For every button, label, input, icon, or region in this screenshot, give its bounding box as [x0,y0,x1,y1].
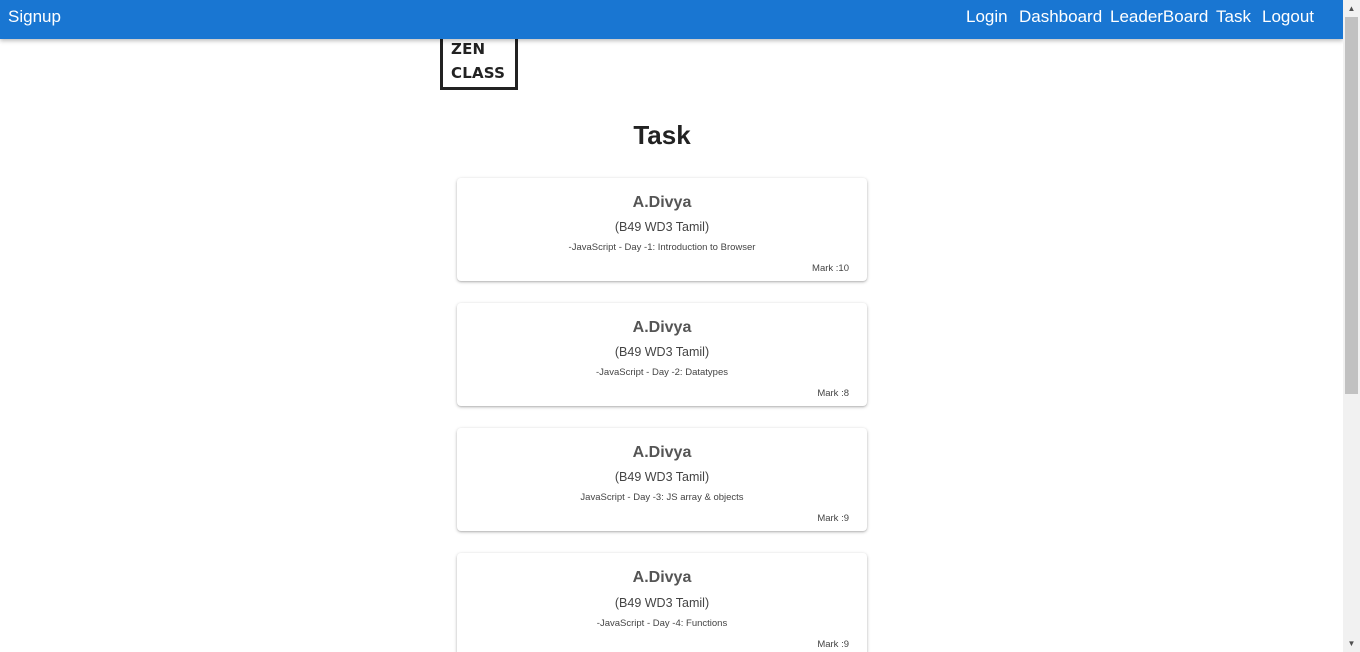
batch-label: (B49 WD3 Tamil) [614,596,710,610]
vertical-scrollbar[interactable]: ▲ ▼ [1343,0,1360,652]
task-topic: -JavaScript - Day -1: Introduction to Br… [568,242,756,253]
logo-text-line1: ZEN [451,40,486,58]
batch-label: (B49 WD3 Tamil) [614,470,710,484]
scroll-up-arrow-icon[interactable]: ▲ [1343,0,1360,17]
task-mark: Mark :8 [817,388,849,399]
nav-login-link[interactable]: Login [966,7,1008,27]
task-card: A.Divya (B49 WD3 Tamil) JavaScript - Day… [457,428,867,531]
page: Signup Login Dashboard LeaderBoard Task … [0,0,1343,652]
top-navbar: Signup Login Dashboard LeaderBoard Task … [0,0,1343,39]
signup-link[interactable]: Signup [8,7,61,27]
student-name: A.Divya [632,319,692,336]
batch-label: (B49 WD3 Tamil) [614,345,710,359]
task-mark: Mark :9 [817,639,849,650]
student-name: A.Divya [632,444,692,461]
nav-leaderboard-link[interactable]: LeaderBoard [1110,7,1208,27]
task-card: A.Divya (B49 WD3 Tamil) -JavaScript - Da… [457,178,867,281]
student-name: A.Divya [632,194,692,211]
page-title: Task [633,120,691,150]
task-mark: Mark :10 [812,263,849,274]
task-topic: JavaScript - Day -3: JS array & objects [580,492,744,503]
task-card: A.Divya (B49 WD3 Tamil) -JavaScript - Da… [457,303,867,406]
logo-text-line2: CLASS [451,64,506,82]
task-topic: -JavaScript - Day -4: Functions [596,618,728,629]
student-name: A.Divya [632,569,692,586]
scroll-down-arrow-icon[interactable]: ▼ [1343,635,1360,652]
scroll-thumb[interactable] [1345,17,1358,394]
task-topic: -JavaScript - Day -2: Datatypes [596,367,728,378]
task-mark: Mark :9 [817,513,849,524]
batch-label: (B49 WD3 Tamil) [614,220,710,234]
browser-viewport: Signup Login Dashboard LeaderBoard Task … [0,0,1360,652]
nav-logout-link[interactable]: Logout [1262,7,1314,27]
task-card: A.Divya (B49 WD3 Tamil) -JavaScript - Da… [457,553,867,652]
nav-dashboard-link[interactable]: Dashboard [1019,7,1102,27]
nav-task-link[interactable]: Task [1216,7,1251,27]
